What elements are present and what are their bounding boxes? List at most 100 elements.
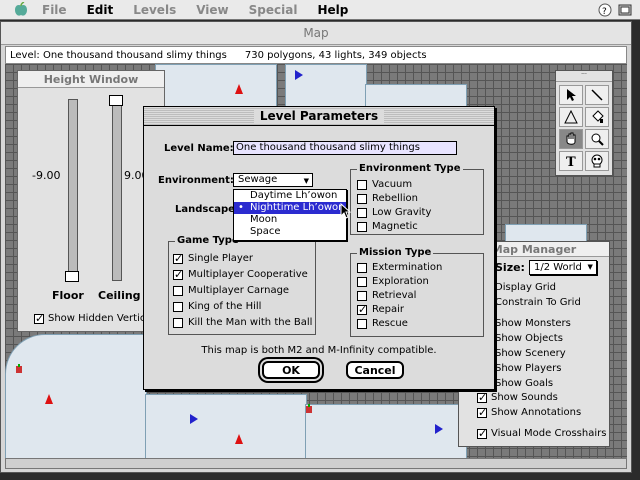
constrain-to-grid-option[interactable]: Constrain To Grid: [495, 297, 581, 308]
single-player-option[interactable]: Single Player: [173, 252, 253, 265]
height-window-title[interactable]: Height Window: [18, 71, 164, 88]
visual-mode-crosshairs-checkbox[interactable]: [477, 427, 487, 440]
kill-the-man-with-the-ball-checkbox[interactable]: [173, 317, 183, 328]
level-parameters-dialog: Level Parameters Level Name: One thousan…: [143, 106, 495, 390]
multiplayer-carnage-option[interactable]: Multiplayer Carnage: [173, 285, 289, 296]
monster-marker-icon[interactable]: [45, 394, 53, 404]
show-annotations-option[interactable]: Show Annotations: [477, 406, 582, 419]
rebellion-option[interactable]: Rebellion: [357, 193, 418, 204]
show-monsters-option[interactable]: Show Monsters: [495, 318, 571, 329]
menu-help[interactable]: Help: [307, 3, 358, 17]
vacuum-option[interactable]: Vacuum: [357, 179, 412, 190]
show-annotations-checkbox[interactable]: [477, 406, 487, 419]
show-scenery-option[interactable]: Show Scenery: [495, 348, 566, 359]
menu-view[interactable]: View: [186, 3, 238, 17]
ok-button[interactable]: OK: [262, 361, 320, 379]
magnetic-option[interactable]: Magnetic: [357, 221, 418, 232]
ceiling-slider-track[interactable]: [112, 99, 122, 281]
multiplayer-cooperative-checkbox[interactable]: [173, 268, 183, 281]
hand-tool-icon[interactable]: [559, 129, 583, 149]
show-sounds-option[interactable]: Show Sounds: [477, 391, 558, 404]
compatibility-note: This map is both M2 and M-Infinity compa…: [201, 345, 437, 356]
apple-menu-icon[interactable]: [10, 0, 32, 20]
extermination-option[interactable]: Extermination: [357, 262, 442, 273]
monster-marker-icon[interactable]: [295, 70, 303, 80]
text-tool-icon[interactable]: T: [559, 151, 583, 171]
menu-levels[interactable]: Levels: [123, 3, 186, 17]
single-player-checkbox[interactable]: [173, 252, 183, 265]
repair-label: Repair: [372, 304, 405, 315]
landscape-label: Landscape: [175, 204, 235, 215]
floor-slider-track[interactable]: [68, 99, 78, 281]
floor-value: -9.00: [32, 169, 61, 182]
show-hidden-vertices-checkbox[interactable]: [34, 312, 44, 325]
palette-drag-handle[interactable]: ···: [556, 71, 612, 82]
show-players-option[interactable]: Show Players: [495, 363, 562, 374]
level-name-input[interactable]: One thousand thousand slimy things: [233, 141, 457, 155]
repair-checkbox[interactable]: [357, 303, 367, 316]
polygon-tool-icon[interactable]: [559, 107, 583, 127]
cancel-button[interactable]: Cancel: [346, 361, 404, 379]
environment-option-moon[interactable]: Moon: [234, 214, 346, 226]
vacuum-checkbox[interactable]: [357, 179, 367, 190]
multiplayer-cooperative-option[interactable]: Multiplayer Cooperative: [173, 268, 308, 281]
rescue-option[interactable]: Rescue: [357, 318, 408, 329]
line-tool-icon[interactable]: [585, 85, 609, 105]
environment-option-daytime[interactable]: Daytime Lh’owon: [234, 190, 346, 202]
floor-slider-thumb[interactable]: [65, 271, 79, 282]
extermination-checkbox[interactable]: [357, 262, 367, 273]
show-goals-label: Show Goals: [495, 378, 554, 389]
show-sounds-checkbox[interactable]: [477, 391, 487, 404]
display-grid-option[interactable]: Display Grid: [495, 282, 556, 293]
monster-marker-icon[interactable]: [190, 414, 198, 424]
zoom-tool-icon[interactable]: [585, 129, 609, 149]
level-stats-text: 730 polygons, 43 lights, 349 objects: [244, 49, 427, 61]
dialog-titlebar[interactable]: Level Parameters: [144, 107, 494, 126]
map-window-title[interactable]: Map: [1, 22, 631, 45]
kill-the-man-with-the-ball-option[interactable]: Kill the Man with the Ball: [173, 317, 312, 328]
repair-option[interactable]: Repair: [357, 303, 405, 316]
map-polygon[interactable]: [145, 394, 307, 464]
map-polygon[interactable]: [305, 404, 467, 464]
show-goals-option[interactable]: Show Goals: [495, 378, 553, 389]
low-gravity-option[interactable]: Low Gravity: [357, 207, 431, 218]
monster-marker-icon[interactable]: [235, 84, 243, 94]
size-popup[interactable]: 1/2 World: [528, 260, 597, 275]
low-gravity-label: Low Gravity: [372, 207, 432, 218]
game-type-group: Game Type Single Player Multiplayer Coop…: [168, 235, 316, 335]
multiplayer-carnage-checkbox[interactable]: [173, 285, 183, 296]
rebellion-checkbox[interactable]: [357, 193, 367, 204]
map-polygon[interactable]: [5, 334, 147, 464]
environment-popup[interactable]: Sewage: [233, 173, 313, 187]
show-objects-option[interactable]: Show Objects: [495, 333, 563, 344]
retrieval-checkbox[interactable]: [357, 290, 367, 301]
monster-marker-icon[interactable]: [435, 424, 443, 434]
environment-option-space[interactable]: Space: [234, 226, 346, 238]
help-balloon-icon[interactable]: ?: [596, 2, 614, 18]
rescue-checkbox[interactable]: [357, 318, 367, 329]
retrieval-option[interactable]: Retrieval: [357, 290, 416, 301]
show-annotations-label: Show Annotations: [491, 407, 582, 418]
object-marker-icon[interactable]: [15, 364, 23, 374]
fill-tool-icon[interactable]: [585, 107, 609, 127]
low-gravity-checkbox[interactable]: [357, 207, 367, 218]
monster-tool-icon[interactable]: [585, 151, 609, 171]
visual-mode-crosshairs-option[interactable]: Visual Mode Crosshairs: [477, 427, 606, 440]
arrow-tool-icon[interactable]: [559, 85, 583, 105]
environment-option-nighttime[interactable]: Nighttime Lh’owon: [234, 202, 346, 214]
monster-marker-icon[interactable]: [235, 434, 243, 444]
king-of-the-hill-checkbox[interactable]: [173, 301, 183, 312]
application-menu-icon[interactable]: [616, 2, 634, 18]
horizontal-scrollbar[interactable]: [5, 458, 627, 469]
king-of-the-hill-option[interactable]: King of the Hill: [173, 301, 261, 312]
show-scenery-label: Show Scenery: [495, 348, 566, 359]
exploration-checkbox[interactable]: [357, 276, 367, 287]
menu-edit[interactable]: Edit: [77, 3, 124, 17]
menu-file[interactable]: File: [32, 3, 77, 17]
object-marker-icon[interactable]: [305, 404, 313, 414]
menu-special[interactable]: Special: [239, 3, 308, 17]
show-hidden-vertices-option[interactable]: Show Hidden Vertices: [34, 312, 157, 325]
magnetic-checkbox[interactable]: [357, 221, 367, 232]
exploration-option[interactable]: Exploration: [357, 276, 429, 287]
ceiling-slider-thumb[interactable]: [109, 95, 123, 106]
